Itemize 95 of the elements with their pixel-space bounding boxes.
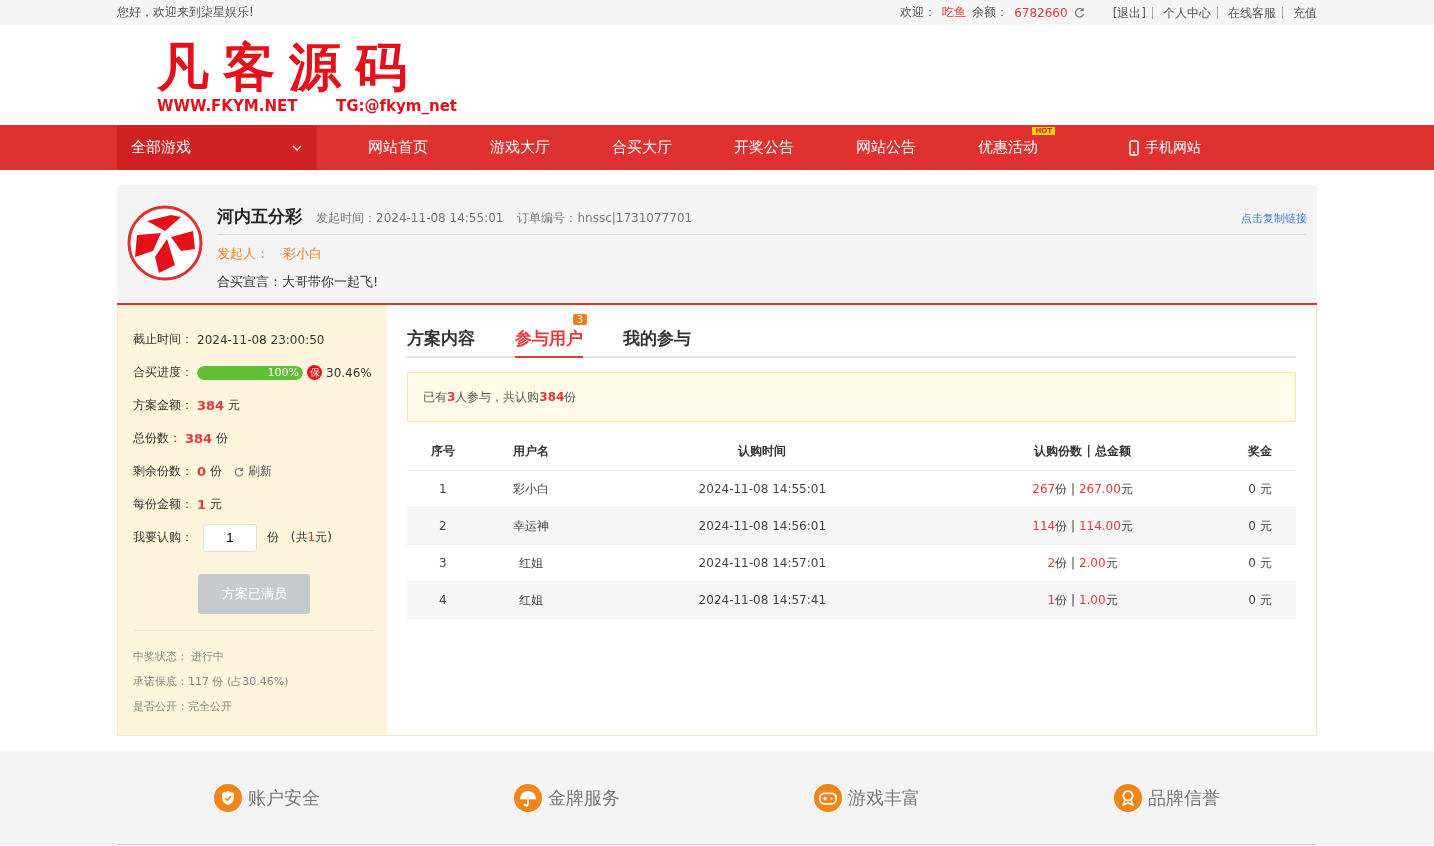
order-number: 订单编号：hnssc|1731077701 [517,210,693,227]
table-cell: 红姐 [478,581,584,619]
stat-value: 384 [185,431,213,446]
table-cell: 幸运神 [478,507,584,545]
phone-icon [1129,139,1139,156]
stat-unit: 元 [228,397,241,414]
table-cell: 0 元 [1224,544,1296,582]
table-cell: 0 元 [1224,507,1296,545]
balance-value: 6782660 [1014,5,1068,20]
table-cell: 2024-11-08 14:57:41 [583,581,941,619]
guarantee-percent: 30.46% [326,365,372,380]
progress-label: 合买进度： [133,364,193,381]
status-note: 是否公开：完全公开 [133,699,233,714]
initiator-name: 彩小白 [283,245,322,263]
tab[interactable]: 方案内容 [407,323,475,358]
chevron-icon [291,143,303,152]
stat-label: 方案金额： [133,397,193,414]
copy-link[interactable]: 点击复制链接 [1241,211,1307,226]
top-link[interactable]: 个人中心 [1152,6,1211,19]
buy-input[interactable]: 1 [203,523,257,552]
umbrella-icon [514,783,542,812]
participation-notice: 已有3人参与，共认购384份 [407,372,1296,422]
logo-title: 凡客源码 [157,37,422,97]
buy-total: (共1元) [290,529,332,546]
top-link[interactable]: 在线客服 [1217,6,1276,19]
table-cell: 2 [407,507,479,545]
logo-contact: TG:@fkym_net [336,97,457,115]
status-note: 承诺保底：117 份 (占30.46%) [133,674,290,689]
table-cell: 2024-11-08 14:55:01 [583,470,941,508]
deadline-value: 2024-11-08 23:00:50 [197,332,325,347]
progress-fill: 100% [197,365,303,380]
table-cell: 1 [407,470,479,508]
medal-icon [1114,783,1142,812]
stat-label: 剩余份数： [133,463,193,480]
table-cell: 0 元 [1224,470,1296,508]
column-header: 序号 [407,432,479,471]
stat-label: 每份金额： [133,496,193,513]
feature-label: 品牌信誉 [1148,785,1220,810]
user-label: 欢迎： [900,4,937,21]
guarantee-badge: 保 [307,365,322,380]
start-time: 发起时间：2024-11-08 14:55:01 [316,210,504,227]
feature-label: 金牌服务 [548,785,620,810]
stat-value: 384 [197,398,225,413]
count-badge: 3 [572,314,587,325]
nav-item[interactable]: 开奖公告 [734,138,794,157]
stat-label: 总份数： [133,430,181,447]
game-title: 河内五分彩 [217,205,302,228]
balance-label: 余额： [972,4,1009,21]
nav-item[interactable]: 网站公告 [856,138,916,157]
slogan-text: 合买宣言：大哥带你一起飞! [217,273,380,291]
refresh-link[interactable]: 刷新 [248,463,273,480]
status-note: 中奖状态： 进行中 [133,649,226,664]
buy-unit: 份 [267,529,279,546]
table-cell: 3 [407,544,479,582]
buy-label: 我要认购： [133,529,193,546]
table-cell: 红姐 [478,544,584,582]
table-cell: 1份 | 1.00元 [941,581,1225,619]
stat-unit: 份 [210,463,223,480]
nav-item[interactable]: 游戏大厅 [490,138,550,157]
stat-value: 1 [197,497,207,512]
initiator-label: 发起人： [217,245,269,263]
stat-unit: 份 [216,430,229,447]
refresh-icon[interactable] [234,466,245,477]
shield-icon [214,783,242,812]
tab[interactable]: 我的参与 [623,323,691,358]
user-name: 吃鱼 [942,4,967,21]
column-header: 认购时间 [583,432,941,471]
table-cell: 2024-11-08 14:57:01 [583,544,941,582]
table-cell: 0 元 [1224,581,1296,619]
nav-item[interactable]: 优惠活动 [978,138,1038,157]
column-header: 奖金 [1224,432,1296,471]
stat-unit: 元 [210,496,223,513]
table-cell: 2024-11-08 14:56:01 [583,507,941,545]
table-cell: 114份 | 114.00元 [941,507,1225,545]
table-cell: 彩小白 [478,470,584,508]
column-header: 用户名 [478,432,584,471]
column-header: 认购份数 | 总金额 [941,432,1225,471]
table-cell: 267份 | 267.00元 [941,470,1225,508]
category-dropdown[interactable]: 全部游戏 [117,125,317,170]
nav-item[interactable]: 网站首页 [368,138,428,157]
welcome-text: 您好，欢迎来到柒星娱乐! [117,4,254,21]
top-link[interactable]: [退出] [1102,6,1146,19]
refresh-icon[interactable] [1073,7,1085,18]
deadline-label: 截止时间： [133,331,193,348]
mobile-site-link[interactable]: 手机网站 [1129,138,1201,157]
stat-value: 0 [197,464,207,479]
gamepad-icon [814,783,842,812]
feature-label: 游戏丰富 [848,785,920,810]
top-link[interactable]: 充值 [1282,6,1317,19]
table-cell: 4 [407,581,479,619]
feature-label: 账户安全 [248,785,320,810]
nav-item[interactable]: 合买大厅 [612,138,672,157]
lottery-logo-icon [127,205,203,281]
logo-site: WWW.FKYM.NET [157,97,298,115]
table-cell: 2份 | 2.00元 [941,544,1225,582]
